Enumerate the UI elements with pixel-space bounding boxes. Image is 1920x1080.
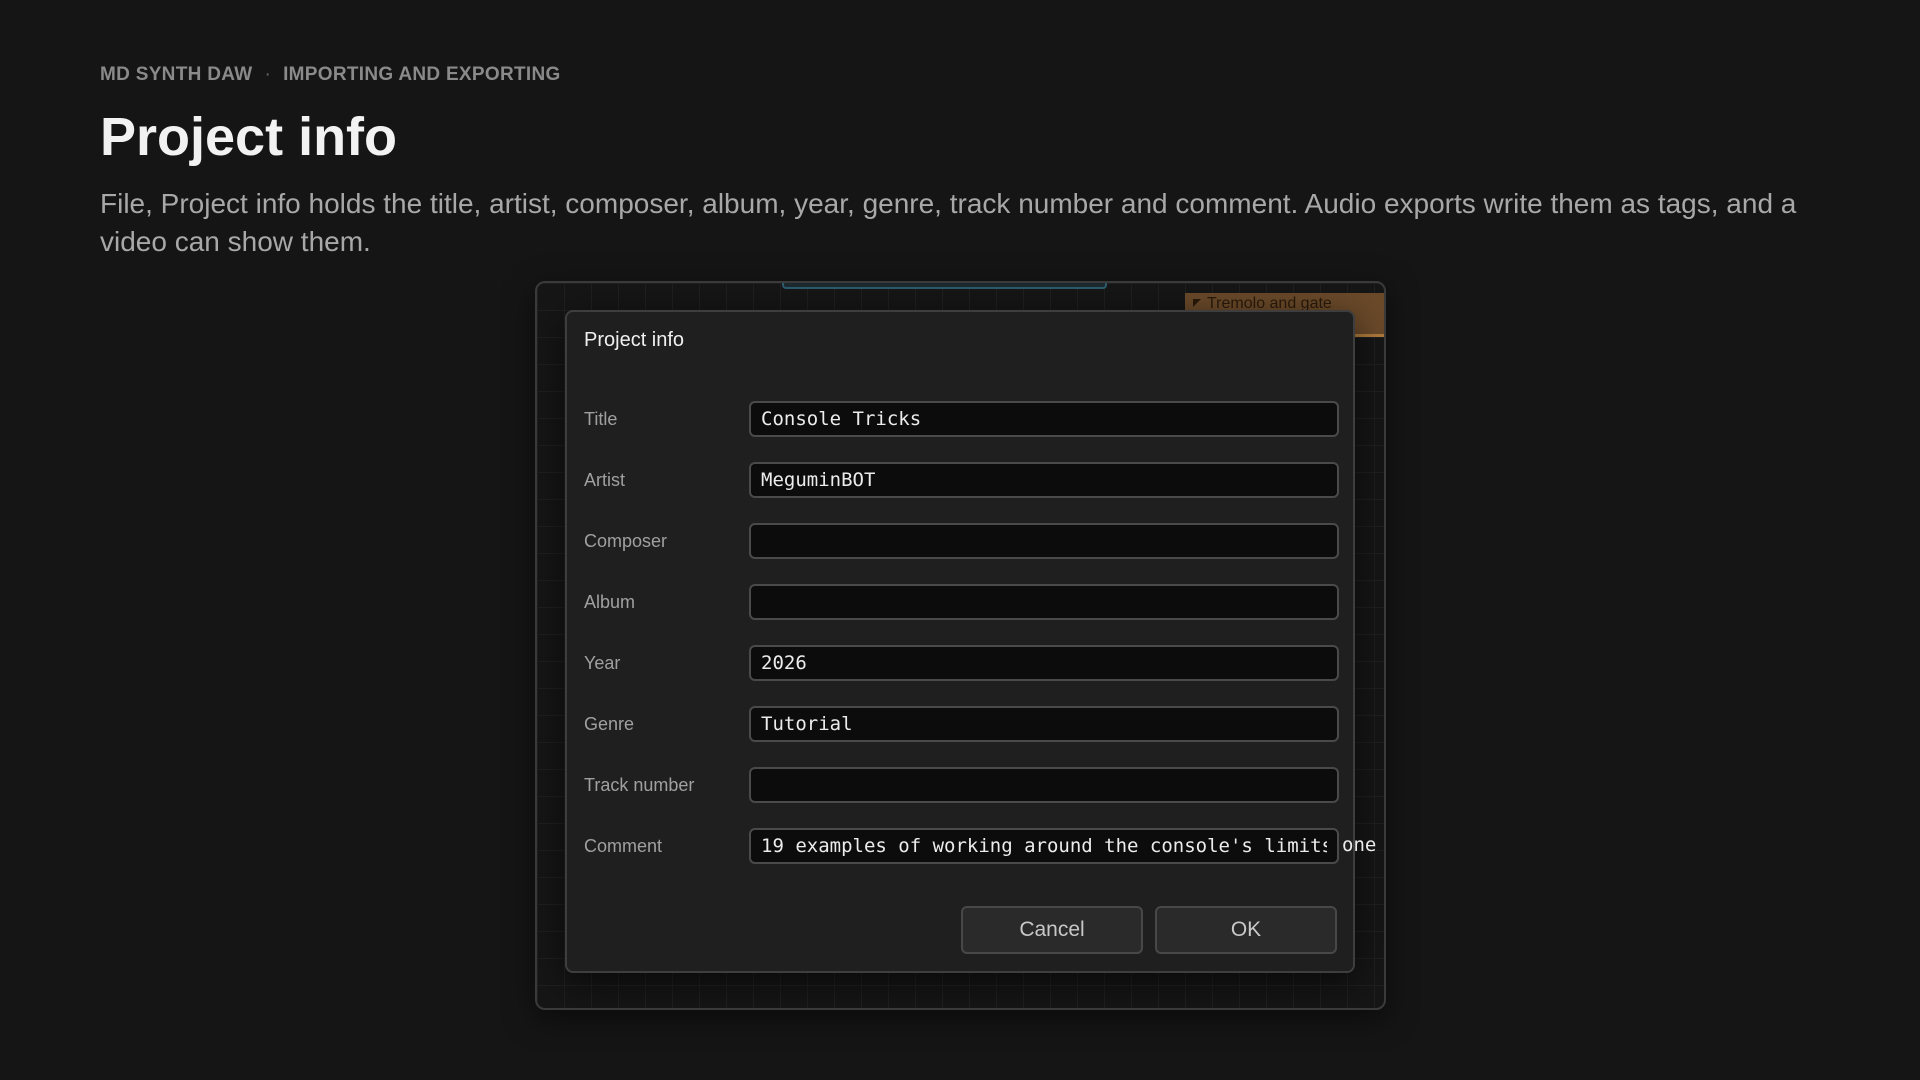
year-label: Year <box>584 653 621 673</box>
track-number-label: Track number <box>584 775 695 795</box>
breadcrumb: MD SYNTH DAW · IMPORTING AND EXPORTING <box>100 64 561 86</box>
genre-input[interactable] <box>749 706 1339 742</box>
form-row-comment: Comment one p <box>584 828 1384 864</box>
breadcrumb-separator: · <box>264 64 272 85</box>
page-description: File, Project info holds the title, arti… <box>100 188 1797 257</box>
form-row-title: Title <box>584 401 1340 437</box>
comment-label: Comment <box>584 836 663 856</box>
dialog-title: Project info <box>584 329 685 351</box>
form-row-track-number: Track number <box>584 767 1340 803</box>
genre-label: Genre <box>584 714 635 734</box>
form-row-genre: Genre <box>584 706 1340 742</box>
artist-input[interactable] <box>749 462 1339 498</box>
album-label: Album <box>584 592 636 612</box>
artist-label: Artist <box>584 470 626 490</box>
breadcrumb-app: MD SYNTH DAW <box>100 64 253 85</box>
breadcrumb-section: IMPORTING AND EXPORTING <box>283 64 561 85</box>
title-label: Title <box>584 409 618 429</box>
comment-overflow-text: one p <box>1342 834 1384 856</box>
form-row-year: Year <box>584 645 1340 681</box>
form-row-album: Album <box>584 584 1340 620</box>
composer-input[interactable] <box>749 523 1339 559</box>
cancel-button[interactable]: Cancel <box>961 906 1143 954</box>
page-title: Project info <box>100 107 398 167</box>
clip-corner-icon <box>1193 299 1201 307</box>
year-input[interactable] <box>749 645 1339 681</box>
project-info-dialog: Project info Title Artist Composer Album… <box>565 310 1384 973</box>
comment-input[interactable] <box>749 828 1339 864</box>
screenshot-frame: Tremolo and gate Project info Title Arti… <box>535 281 1386 1010</box>
timeline-clip <box>782 283 1107 289</box>
form-row-composer: Composer <box>584 523 1340 559</box>
ok-button[interactable]: OK <box>1155 906 1337 954</box>
title-input[interactable] <box>749 401 1339 437</box>
track-number-input[interactable] <box>749 767 1339 803</box>
form-row-artist: Artist <box>584 462 1340 498</box>
album-input[interactable] <box>749 584 1339 620</box>
composer-label: Composer <box>584 531 668 551</box>
